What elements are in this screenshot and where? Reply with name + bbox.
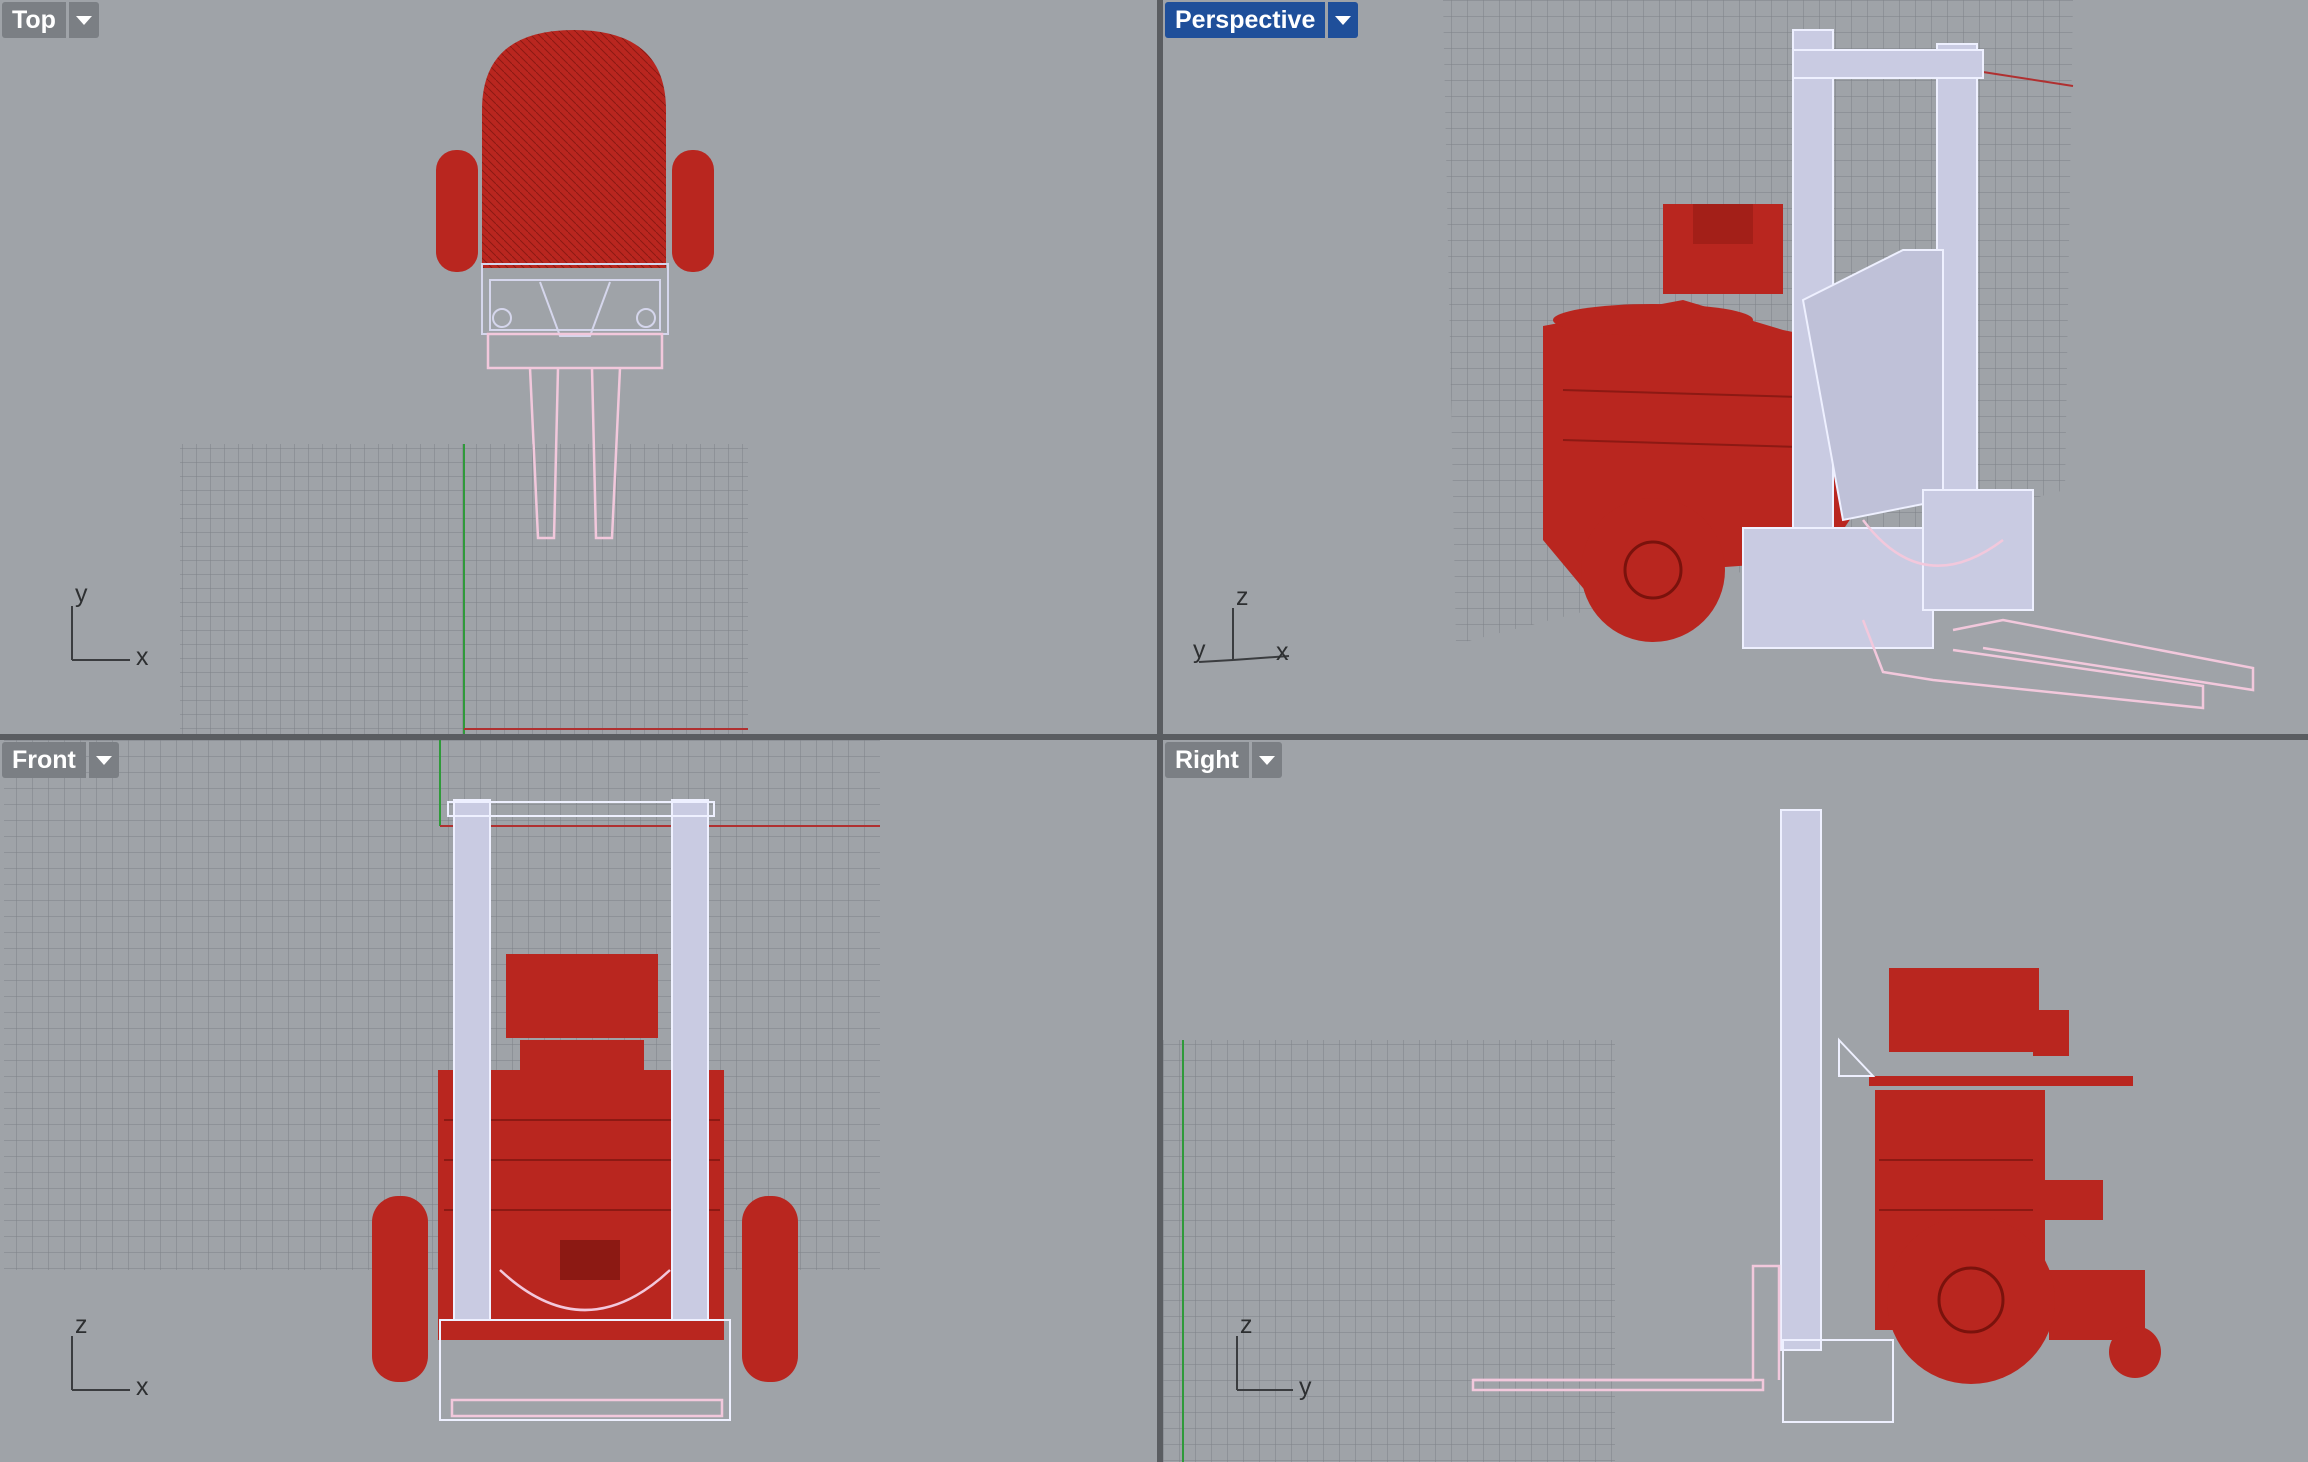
viewport-perspective[interactable]: x z y Perspective <box>1163 0 2308 734</box>
right-scene: y z <box>1163 809 2161 1462</box>
construction-grid <box>1163 1040 1615 1462</box>
viewport-title-perspective[interactable]: Perspective <box>1165 2 1326 38</box>
viewport-tab-front: Front <box>2 742 119 778</box>
viewport-tab-top: Top <box>2 2 99 38</box>
axis-label-y: y <box>1193 636 1206 664</box>
axis-label-y: y <box>1299 1373 1312 1401</box>
viewport-front[interactable]: x z Front <box>0 740 1157 1462</box>
dropdown-arrow-icon[interactable] <box>1251 742 1282 778</box>
viewport-title-top[interactable]: Top <box>2 2 66 38</box>
axis-label-z: z <box>1240 1311 1253 1339</box>
top-scene: x y <box>71 30 748 734</box>
viewport-tab-right: Right <box>1165 742 1282 778</box>
front-scene: x z <box>4 740 880 1421</box>
viewport-layout: x y Top x z y Perspective x z Front y z … <box>0 0 2308 1462</box>
dropdown-arrow-icon[interactable] <box>1328 2 1359 38</box>
axis-label-z: z <box>1236 583 1249 611</box>
viewport-title-right[interactable]: Right <box>1165 742 1249 778</box>
axis-label-x: x <box>136 1373 149 1401</box>
robot-right-view <box>1869 968 2161 1384</box>
viewport-tab-perspective: Perspective <box>1165 2 1359 38</box>
axis-gizmo <box>71 606 130 661</box>
axis-label-y: y <box>75 580 88 608</box>
viewport-right[interactable]: y z Right <box>1163 740 2308 1462</box>
dropdown-arrow-icon[interactable] <box>88 742 119 778</box>
viewport-top[interactable]: x y Top <box>0 0 1157 734</box>
dropdown-arrow-icon[interactable] <box>68 2 99 38</box>
perspective-scene: x z y <box>1193 0 2255 710</box>
axis-gizmo <box>71 1336 130 1391</box>
axis-label-x: x <box>136 643 149 671</box>
axis-label-z: z <box>75 1311 88 1339</box>
axis-label-x: x <box>1276 638 1289 666</box>
viewport-title-front[interactable]: Front <box>2 742 86 778</box>
